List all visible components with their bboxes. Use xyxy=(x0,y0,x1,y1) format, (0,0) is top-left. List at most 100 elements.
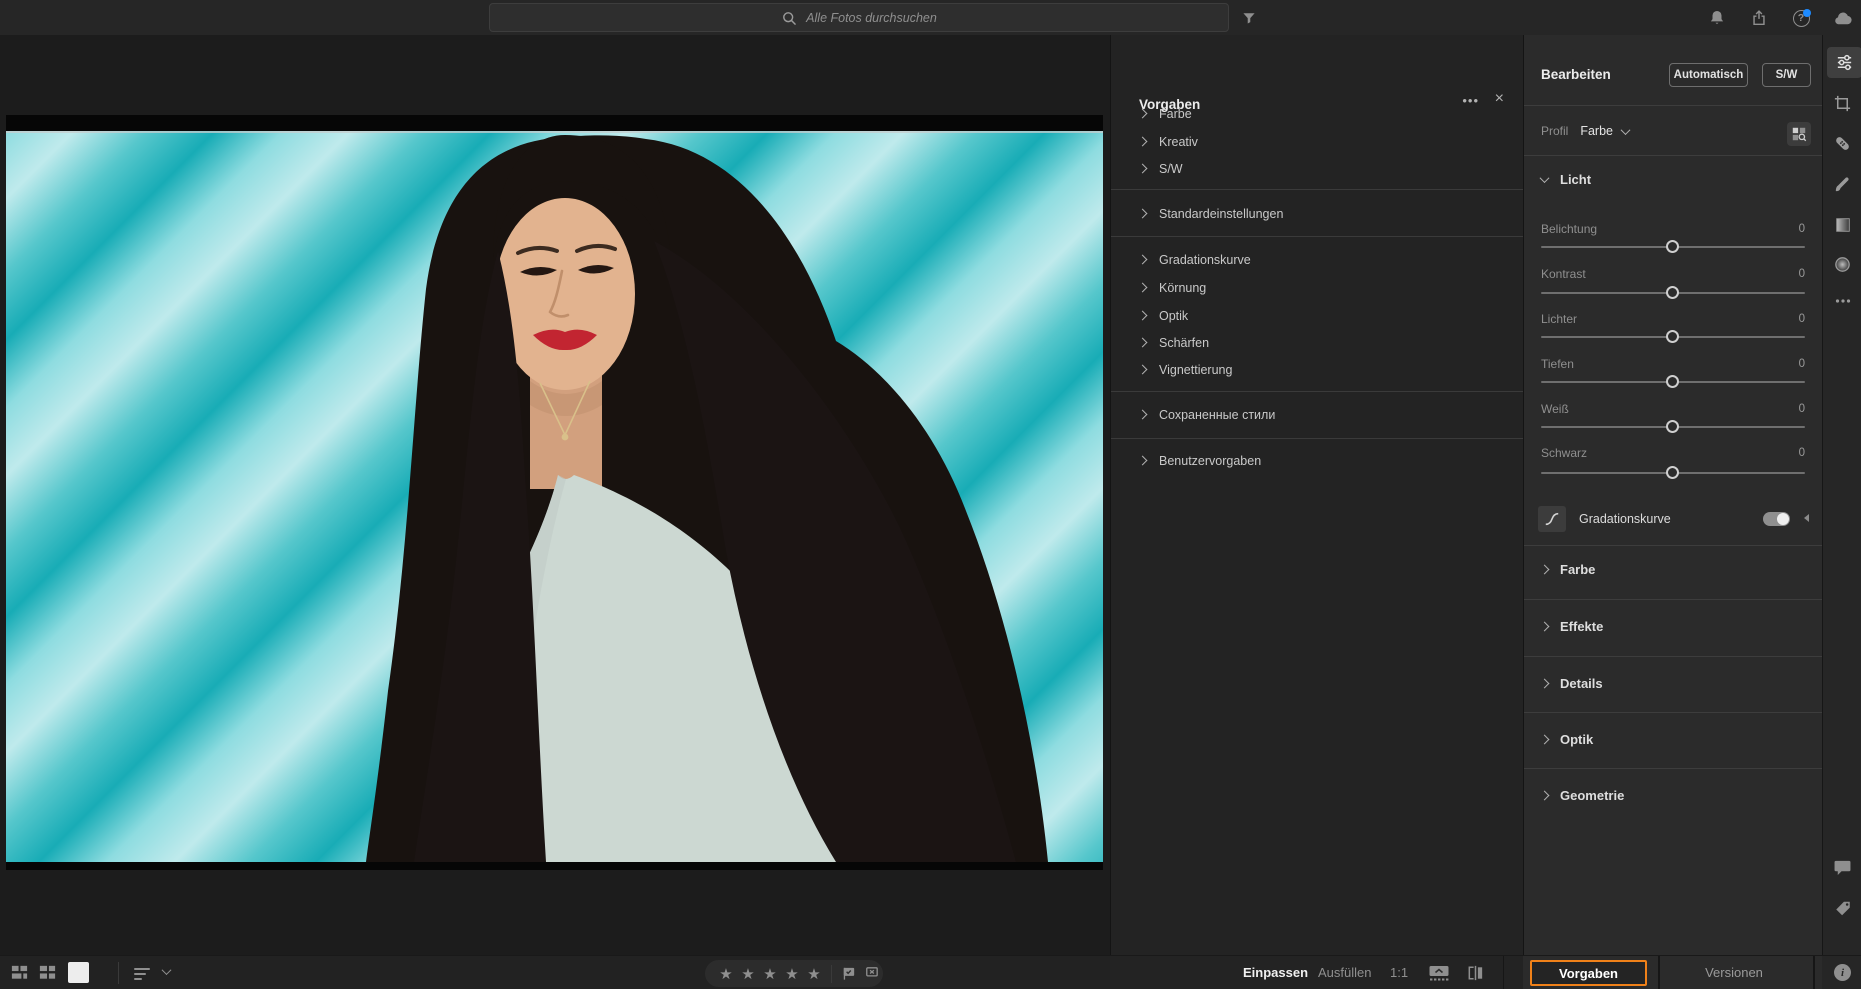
chevron-right-icon xyxy=(1137,208,1148,219)
slider-thumb[interactable] xyxy=(1666,286,1679,299)
light-section-header[interactable]: Licht xyxy=(1539,172,1591,187)
slider-thumb[interactable] xyxy=(1666,420,1679,433)
one-to-one-zoom-button[interactable]: 1:1 xyxy=(1390,965,1408,980)
tone-curve-icon[interactable] xyxy=(1538,506,1566,532)
star-rating-2[interactable]: ★ xyxy=(737,965,759,983)
comments-icon[interactable] xyxy=(1823,851,1861,882)
preset-group-gradationskurve[interactable]: Gradationskurve xyxy=(1111,246,1523,273)
radial-gradient-tool-icon[interactable] xyxy=(1823,249,1861,280)
slider-label: Lichter xyxy=(1541,312,1578,326)
optics-section-header[interactable]: Optik xyxy=(1539,732,1593,747)
divider xyxy=(1524,599,1822,600)
edit-sliders-tool-icon[interactable] xyxy=(1827,47,1861,78)
preset-group-saved-styles[interactable]: Сохраненные стили xyxy=(1111,401,1523,428)
flag-pick-icon[interactable] xyxy=(840,965,857,982)
auto-button[interactable]: Automatisch xyxy=(1669,63,1748,87)
cloud-sync-icon[interactable] xyxy=(1832,7,1854,29)
more-tools-ellipsis-icon[interactable] xyxy=(1823,285,1861,316)
flag-reject-icon[interactable] xyxy=(863,965,880,982)
geometry-section-header[interactable]: Geometrie xyxy=(1539,788,1624,803)
search-placeholder: Alle Fotos durchsuchen xyxy=(806,10,937,25)
blacks-slider[interactable] xyxy=(1541,466,1805,479)
search-icon xyxy=(783,11,796,25)
star-rating-1[interactable]: ★ xyxy=(715,965,737,983)
star-rating-5[interactable]: ★ xyxy=(803,965,825,983)
photo-frame[interactable] xyxy=(6,115,1103,870)
portrait-subject-illustration xyxy=(366,135,1048,862)
profile-label: Profil xyxy=(1541,124,1569,138)
divider xyxy=(1524,712,1822,713)
notifications-bell-icon[interactable] xyxy=(1706,7,1728,29)
chevron-right-icon xyxy=(1137,108,1148,119)
divider xyxy=(1111,438,1523,439)
divider xyxy=(1111,236,1523,237)
preset-group-kreativ[interactable]: Kreativ xyxy=(1111,128,1523,155)
highlights-slider[interactable] xyxy=(1541,330,1805,343)
healing-brush-tool-icon[interactable] xyxy=(1823,128,1861,159)
bottom-bar: ★ ★ ★ ★ ★ Einpassen Ausfüllen 1:1 Vorgab… xyxy=(0,955,1861,989)
linear-gradient-tool-icon[interactable] xyxy=(1823,209,1861,240)
details-section-header[interactable]: Details xyxy=(1539,676,1603,691)
whites-slider[interactable] xyxy=(1541,420,1805,433)
preset-group-optik[interactable]: Optik xyxy=(1111,302,1523,329)
zoom-navigator-icon[interactable] xyxy=(1428,964,1450,982)
star-rating-4[interactable]: ★ xyxy=(781,965,803,983)
photo-grid-view-icon[interactable] xyxy=(10,963,29,982)
chevron-right-icon xyxy=(1137,282,1148,293)
keywords-tag-icon[interactable] xyxy=(1823,893,1861,924)
chevron-right-icon xyxy=(1539,734,1550,745)
tone-curve-label: Gradationskurve xyxy=(1579,512,1671,526)
profile-dropdown[interactable]: Farbe xyxy=(1580,124,1631,138)
preset-group-sw[interactable]: S/W xyxy=(1111,155,1523,182)
fit-zoom-button[interactable]: Einpassen xyxy=(1243,965,1308,980)
contrast-slider[interactable] xyxy=(1541,286,1805,299)
exposure-slider[interactable] xyxy=(1541,240,1805,253)
presets-toggle-button[interactable]: Vorgaben xyxy=(1530,960,1647,986)
profile-browser-icon[interactable] xyxy=(1787,122,1811,146)
chevron-right-icon xyxy=(1137,455,1148,466)
fill-zoom-button[interactable]: Ausfüllen xyxy=(1318,965,1371,980)
sort-icon[interactable] xyxy=(132,964,152,982)
before-after-split-icon[interactable] xyxy=(1466,964,1485,982)
preset-group-vignettierung[interactable]: Vignettierung xyxy=(1111,356,1523,383)
brush-tool-icon[interactable] xyxy=(1823,169,1861,200)
slider-thumb[interactable] xyxy=(1666,375,1679,388)
portrait-photo xyxy=(6,131,1103,862)
bw-button[interactable]: S/W xyxy=(1762,63,1811,87)
color-section-header[interactable]: Farbe xyxy=(1539,562,1595,577)
slider-thumb[interactable] xyxy=(1666,240,1679,253)
tool-rail xyxy=(1822,35,1861,955)
divider xyxy=(1503,956,1504,989)
collapse-arrow-icon[interactable] xyxy=(1804,514,1809,522)
detail-view-active-icon[interactable] xyxy=(68,962,89,983)
rating-flags-pill: ★ ★ ★ ★ ★ xyxy=(705,960,883,987)
toggle-knob xyxy=(1777,513,1789,525)
effects-section-header[interactable]: Effekte xyxy=(1539,619,1603,634)
preset-group-schaerfen[interactable]: Schärfen xyxy=(1111,329,1523,356)
share-icon[interactable] xyxy=(1748,7,1770,29)
square-grid-view-icon[interactable] xyxy=(38,963,57,982)
preset-group-standardeinstellungen[interactable]: Standardeinstellungen xyxy=(1111,200,1523,227)
slider-thumb[interactable] xyxy=(1666,330,1679,343)
slider-value: 0 xyxy=(1798,447,1805,459)
info-icon[interactable]: i xyxy=(1834,964,1851,981)
crop-rotate-tool-icon[interactable] xyxy=(1823,88,1861,119)
preset-group-benutzervorgaben[interactable]: Benutzervorgaben xyxy=(1111,447,1523,474)
slider-thumb[interactable] xyxy=(1666,466,1679,479)
search-input[interactable]: Alle Fotos durchsuchen xyxy=(489,3,1229,32)
tone-curve-toggle[interactable] xyxy=(1763,512,1790,526)
help-icon[interactable]: ? xyxy=(1790,7,1812,29)
chevron-right-icon xyxy=(1137,364,1148,375)
lightroom-app: Alle Fotos durchsuchen ? Vorgaben ••• × … xyxy=(0,0,1861,989)
divider xyxy=(118,962,119,984)
shadows-slider[interactable] xyxy=(1541,375,1805,388)
slider-label: Belichtung xyxy=(1541,222,1598,236)
preset-group-farbe[interactable]: Farbe xyxy=(1111,100,1523,127)
slider-label: Schwarz xyxy=(1541,446,1588,460)
star-rating-3[interactable]: ★ xyxy=(759,965,781,983)
preset-group-koernung[interactable]: Körnung xyxy=(1111,274,1523,301)
chevron-down-icon[interactable] xyxy=(161,965,172,976)
versions-button[interactable]: Versionen xyxy=(1688,965,1780,980)
slider-value: 0 xyxy=(1798,358,1805,370)
filter-icon[interactable] xyxy=(1238,7,1260,29)
